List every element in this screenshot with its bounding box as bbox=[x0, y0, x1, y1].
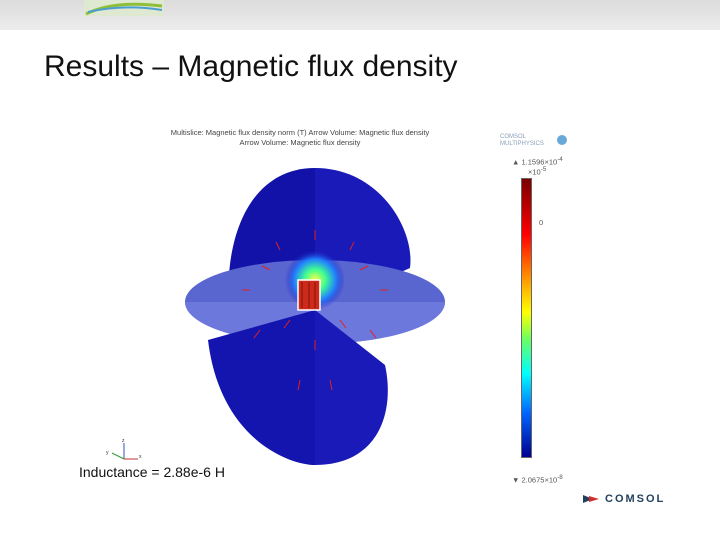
comsol-logo: COMSOL bbox=[583, 491, 665, 507]
plot-title-line-1: Multislice: Magnetic flux density norm (… bbox=[170, 128, 430, 137]
plot-title-line-2: Arrow Volume: Magnetic flux density bbox=[239, 138, 361, 147]
axes-triad: z x y bbox=[106, 438, 142, 460]
magnetic-flux-visualization bbox=[185, 168, 445, 465]
axis-z-label: z bbox=[122, 438, 125, 444]
slide-title: Results – Magnetic flux density bbox=[44, 50, 458, 83]
comsol-multiphysics-logo: COMSOL MULTIPHYSICS bbox=[500, 134, 570, 154]
colorbar-zero-label: 0 bbox=[539, 218, 544, 227]
slide-header-band bbox=[0, 0, 720, 30]
comsol-logo-text: COMSOL bbox=[605, 493, 666, 505]
logo-line-2: MULTIPHYSICS bbox=[500, 141, 544, 147]
logo-line-1: COMSOL bbox=[500, 134, 527, 140]
comsol-multiphysics-logo-text: COMSOL MULTIPHYSICS bbox=[500, 134, 544, 148]
inductance-value: Inductance = 2.88e-6 H bbox=[79, 464, 225, 480]
comsol-mark-icon bbox=[583, 495, 599, 503]
colorbar-scale-label: ×10-5 bbox=[528, 166, 547, 177]
colorbar-max-label: ▲ 1.1596×10-4 bbox=[512, 156, 563, 167]
globe-icon bbox=[557, 135, 567, 145]
colorbar bbox=[521, 178, 532, 458]
header-swoosh-logo bbox=[84, 0, 164, 16]
colorbar-min-label: ▼ 2.0675×10-8 bbox=[512, 474, 563, 485]
plot-title: Multislice: Magnetic flux density norm (… bbox=[150, 128, 450, 148]
axis-y-label: y bbox=[106, 450, 109, 456]
axis-x-label: x bbox=[139, 454, 142, 460]
